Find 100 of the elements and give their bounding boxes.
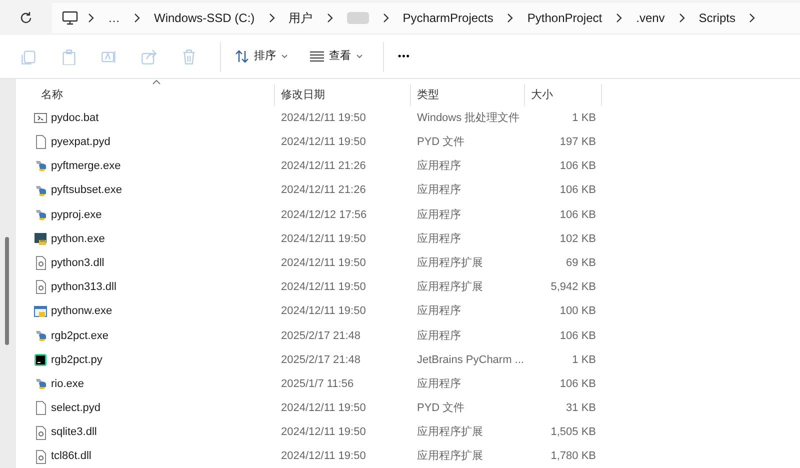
breadcrumb-item[interactable]: 用户 xyxy=(284,6,317,28)
breadcrumb-item[interactable]: PycharmProjects xyxy=(398,6,498,28)
computer-icon[interactable] xyxy=(62,10,78,24)
file-name[interactable]: rgb2pct.exe xyxy=(51,328,108,344)
file-size: 100 KB xyxy=(558,304,597,320)
python-app-icon xyxy=(34,328,47,343)
column-header[interactable]: 类型 xyxy=(411,84,525,106)
file-type: 应用程序 xyxy=(416,328,462,344)
file-type: 应用程序 xyxy=(416,304,462,320)
breadcrumb-item[interactable]: .venv xyxy=(632,6,669,28)
file-name[interactable]: sqlite3.dll xyxy=(51,424,97,441)
modified-date: 2025/1/7 11:56 xyxy=(280,376,355,392)
file-name[interactable]: python313.dll xyxy=(51,279,116,296)
file-size: 106 KB xyxy=(558,328,597,344)
file-type: PYD 文件 xyxy=(416,134,466,150)
refresh-icon xyxy=(20,10,32,23)
file-name[interactable]: pythonw.exe xyxy=(51,303,112,320)
chevron-icon[interactable] xyxy=(615,12,624,22)
chevron-icon[interactable] xyxy=(506,12,514,22)
file-type: Windows 批处理文件 xyxy=(416,110,521,126)
modified-date: 2024/12/11 19:50 xyxy=(280,232,367,247)
paste-icon xyxy=(61,48,77,64)
file-name[interactable]: tcl86t.dll xyxy=(51,448,92,465)
scrollbar-thumb[interactable] xyxy=(5,237,9,345)
breadcrumb-item[interactable]: Scripts xyxy=(694,6,740,28)
caret-icon xyxy=(356,54,363,59)
chevron-icon[interactable] xyxy=(678,12,686,22)
file-size: 197 KB xyxy=(558,135,597,150)
chevron-icon[interactable] xyxy=(133,12,141,22)
file-size: 102 KB xyxy=(558,232,597,247)
chevron-icon[interactable] xyxy=(87,12,95,22)
gear-file-icon xyxy=(34,256,47,270)
file-size: 106 KB xyxy=(558,376,597,392)
list-view-icon xyxy=(310,51,324,62)
modified-date: 2024/12/11 19:50 xyxy=(280,110,367,126)
modified-date: 2024/12/11 19:50 xyxy=(280,280,367,296)
gear-file-icon xyxy=(34,280,47,294)
chevron-icon[interactable] xyxy=(326,12,334,22)
rename-icon xyxy=(101,48,117,64)
column-header[interactable]: 名称 xyxy=(16,84,275,106)
view-button[interactable]: 查看 xyxy=(302,44,371,69)
file-type: 应用程序扩展 xyxy=(416,256,484,271)
file-type: 应用程序 xyxy=(416,232,462,247)
chevron-icon[interactable] xyxy=(748,12,756,22)
gear-file-icon xyxy=(34,450,47,464)
file-name[interactable]: pyexpat.pyd xyxy=(51,134,110,151)
file-type: JetBrains PyCharm ... xyxy=(416,352,525,368)
chevron-icon[interactable] xyxy=(382,12,390,22)
breadcrumb-item[interactable]: Windows-SSD (C:) xyxy=(150,6,259,28)
file-type: PYD 文件 xyxy=(416,400,466,416)
delete-icon xyxy=(181,48,197,64)
file-name[interactable]: rio.exe xyxy=(51,376,84,392)
modified-date: 2024/12/11 19:50 xyxy=(280,135,367,150)
file-size: 106 KB xyxy=(558,159,597,174)
python-app-icon xyxy=(34,232,47,246)
file-name[interactable]: pydoc.bat xyxy=(51,110,99,126)
file-size: 1 KB xyxy=(571,110,597,126)
python-app-icon xyxy=(34,377,47,392)
file-name[interactable]: select.pyd xyxy=(51,400,101,417)
modified-date: 2024/12/11 21:26 xyxy=(280,183,367,198)
pycharm-file-icon xyxy=(34,352,47,367)
gear-file-icon xyxy=(34,426,47,440)
file-size: 1,780 KB xyxy=(550,449,597,464)
file-name[interactable]: python.exe xyxy=(51,230,105,248)
window-app-icon xyxy=(34,304,47,319)
sort-button[interactable]: 排序 xyxy=(227,44,296,69)
copy-icon xyxy=(21,48,37,64)
modified-date: 2024/12/11 19:50 xyxy=(280,449,367,464)
file-name[interactable]: rgb2pct.py xyxy=(51,352,102,368)
chevron-icon[interactable] xyxy=(268,12,276,22)
file-type: 应用程序扩展 xyxy=(416,424,484,440)
file-size: 1 KB xyxy=(571,352,597,368)
file-type: 应用程序扩展 xyxy=(416,448,484,464)
modified-date: 2025/2/17 21:48 xyxy=(280,328,362,344)
caret-icon xyxy=(281,54,288,59)
script-file-icon xyxy=(34,111,47,126)
file-icon xyxy=(34,135,47,150)
file-size: 106 KB xyxy=(558,208,597,223)
modified-date: 2024/12/11 19:50 xyxy=(280,401,367,416)
breadcrumb-item[interactable]: … xyxy=(104,6,124,28)
file-size: 69 KB xyxy=(565,256,597,271)
modified-date: 2024/12/11 19:50 xyxy=(280,256,367,271)
modified-date: 2024/12/11 19:50 xyxy=(280,425,367,440)
file-size: 1,505 KB xyxy=(550,425,597,440)
column-header[interactable]: 修改日期 xyxy=(275,84,411,106)
file-name[interactable]: python3.dll xyxy=(51,254,104,272)
sort-icon xyxy=(235,50,249,63)
share-icon xyxy=(141,48,157,64)
column-header[interactable]: 大小 xyxy=(525,84,602,106)
modified-date: 2025/2/17 21:48 xyxy=(280,352,362,368)
modified-date: 2024/12/11 19:50 xyxy=(280,304,367,320)
file-type: 应用程序 xyxy=(416,158,462,174)
file-size: 31 KB xyxy=(565,401,597,416)
breadcrumb-item[interactable]: PythonProject xyxy=(523,6,606,28)
file-name[interactable]: pyftsubset.exe xyxy=(51,182,122,199)
file-name[interactable]: pyproj.exe xyxy=(51,206,102,224)
file-icon xyxy=(34,401,47,416)
more-button[interactable]: ••• xyxy=(390,46,418,68)
file-name[interactable]: pyftmerge.exe xyxy=(51,158,121,175)
file-type: 应用程序扩展 xyxy=(416,280,484,296)
